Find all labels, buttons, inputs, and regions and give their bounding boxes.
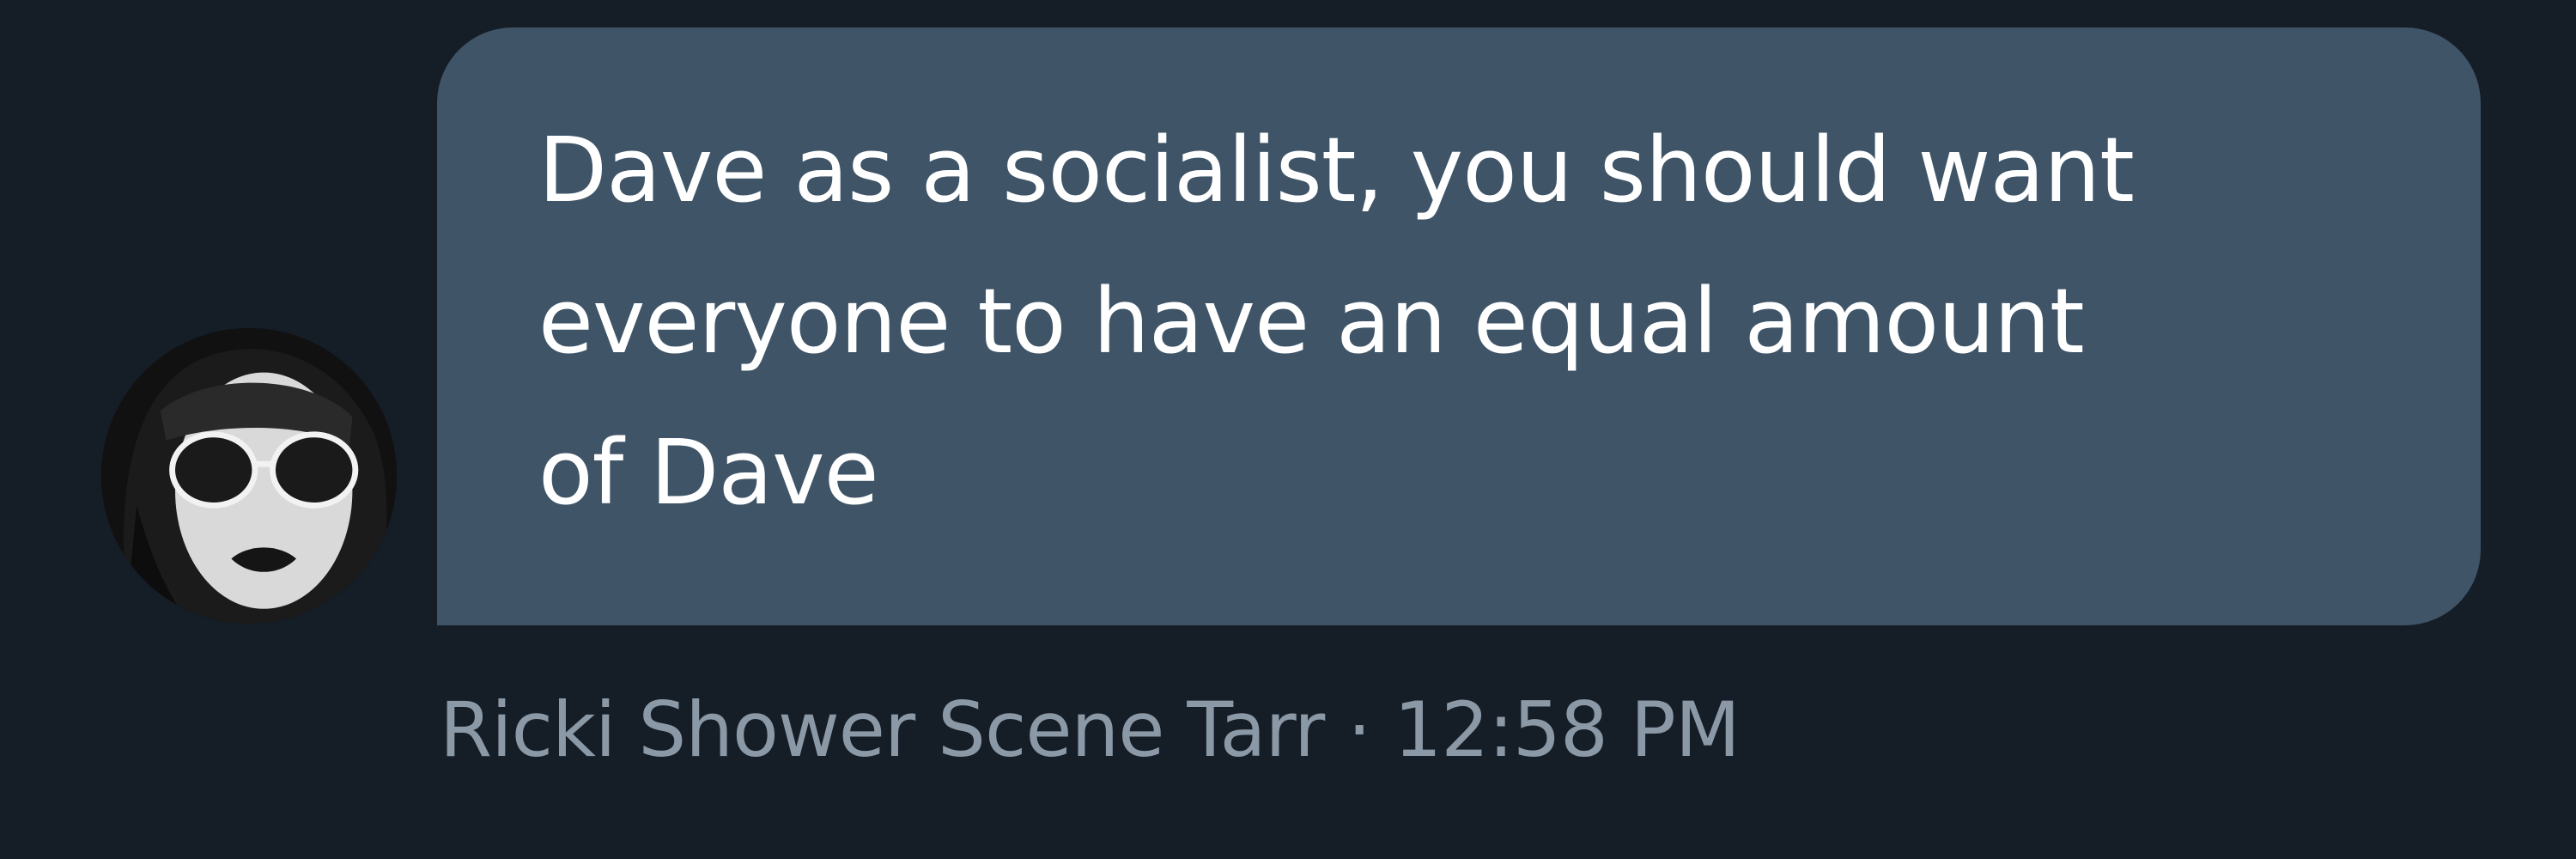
message-bubble[interactable]: Dave as a socialist, you should want eve… [437, 27, 2481, 625]
message-time: 12:58 PM [1394, 685, 1741, 774]
message-meta: Ricki Shower Scene Tarr · 12:58 PM [440, 679, 1741, 782]
meta-separator: · [1324, 685, 1394, 774]
message-row: Dave as a socialist, you should want eve… [0, 0, 2576, 859]
sender-avatar[interactable] [101, 328, 397, 624]
message-text: Dave as a socialist, you should want eve… [538, 118, 2135, 525]
profile-photo-icon [101, 328, 397, 624]
sender-name[interactable]: Ricki Shower Scene Tarr [440, 685, 1325, 774]
